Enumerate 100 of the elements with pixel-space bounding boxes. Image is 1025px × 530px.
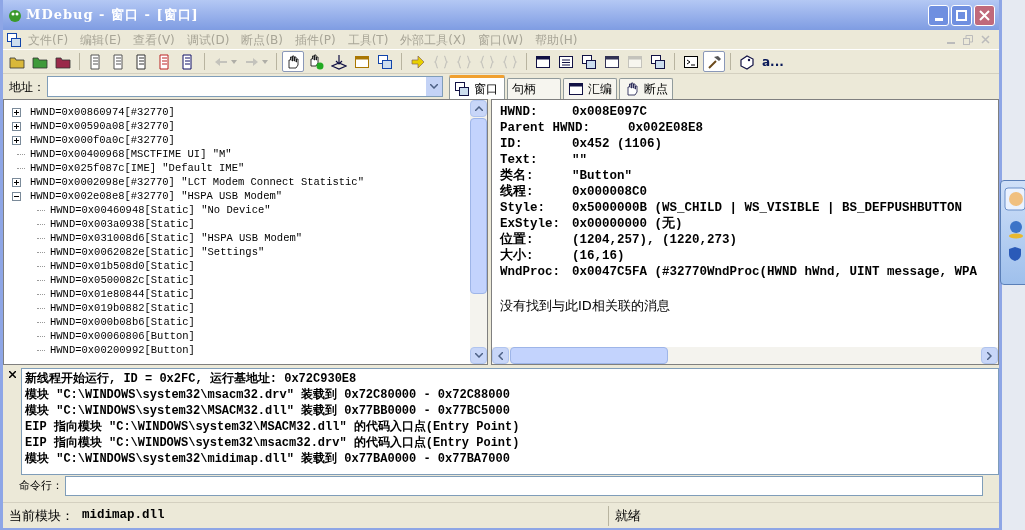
detail-label: ExStyle: — [500, 215, 561, 232]
detail-value: "Button" — [572, 167, 632, 185]
output-line: 模块 "C:\WINDOWS\system32\MSACM32.dll" 装载到 0x77BB0000 - 0x77BC5000 — [25, 403, 511, 419]
detail-value: (16,16) — [572, 247, 625, 265]
caret-icon — [262, 59, 268, 64]
tree-item[interactable]: HWND=0x019b0882[Static] — [50, 301, 195, 315]
detail-label: Style: — [500, 199, 546, 217]
plus-icon — [14, 109, 19, 115]
tree-item[interactable]: HWND=0x002e08e8[#32770] "HSPA USB Modem" — [30, 189, 283, 203]
detail-value: 0x0047C5FA (#32770WndProc(HWND hWnd, UINT message, WPA — [572, 263, 978, 281]
minimize-icon — [934, 17, 943, 21]
tree-item[interactable]: HWND=0x00460948[Static] "No Device" — [50, 203, 271, 217]
braces-icon — [433, 53, 449, 70]
braces-icon — [456, 53, 472, 70]
detail-label: 类名: — [500, 167, 535, 184]
download-icon — [331, 53, 347, 70]
toolbar-label[interactable]: a... — [762, 52, 784, 71]
status-label: 当前模块： — [9, 506, 74, 525]
tab[interactable]: 汇编 — [563, 78, 617, 99]
detail-label: 位置: — [500, 231, 535, 248]
detail-label: Parent HWND: — [500, 119, 591, 137]
caret-icon — [231, 59, 237, 64]
message-text: 没有找到与此ID相关联的消息 — [500, 297, 671, 315]
tree-item[interactable]: HWND=0x00200992[Button] — [50, 343, 195, 357]
tree-item[interactable]: HWND=0x000b08b6[Static] — [50, 315, 195, 329]
tab[interactable]: 句柄 — [507, 78, 561, 99]
close-icon[interactable] — [8, 371, 16, 378]
list-icon — [558, 53, 574, 70]
detail-value: "" — [572, 151, 587, 169]
windows-icon — [377, 53, 393, 70]
windows-icon — [6, 31, 22, 48]
tree-item[interactable]: HWND=0x0002098e[#32770] "LCT Modem Connect Statistic" — [30, 175, 364, 189]
toolbar-button[interactable] — [282, 51, 304, 72]
detail-label: ID: — [500, 135, 524, 153]
detail-label: 线程: — [500, 183, 535, 201]
detail-value: 0x008E097C — [572, 103, 647, 121]
expand-toggle[interactable] — [12, 135, 21, 145]
expand-toggle[interactable] — [12, 177, 21, 187]
shield-icon[interactable] — [1009, 247, 1021, 261]
minimize-button[interactable] — [928, 4, 949, 26]
braces-icon — [479, 53, 495, 70]
command-field[interactable] — [65, 476, 983, 496]
restore-icon — [963, 34, 973, 45]
detail-label: WndProc: — [500, 263, 561, 281]
hand-plus-icon — [308, 53, 324, 70]
plus-icon — [14, 137, 19, 143]
hammer-icon — [706, 53, 722, 70]
minimize-icon — [947, 41, 955, 44]
toolbar-button[interactable] — [703, 51, 725, 72]
collapse-toggle[interactable] — [12, 191, 21, 201]
tree-item[interactable]: HWND=0x01e80844[Static] — [50, 287, 195, 301]
maximize-button[interactable] — [951, 4, 972, 26]
tree-item[interactable]: HWND=0x0500082c[Static] — [50, 273, 195, 287]
tab[interactable]: 窗口 — [449, 75, 505, 99]
tree-item[interactable]: HWND=0x031008d6[Static] "HSPA USB Modem" — [50, 231, 303, 245]
detail-value: 0x000008C0 — [572, 183, 647, 201]
tree-item[interactable]: HWND=0x000f0a0c[#32770] — [30, 133, 175, 147]
tree-item[interactable]: HWND=0x00060806[Button] — [50, 329, 195, 343]
detail-value: 0x5000000B (WS_CHILD | WS_VISIBLE | BS_DEFPUSHBUTTON — [572, 199, 963, 216]
scroll-down-button[interactable] — [470, 347, 487, 364]
detail-label: Text: — [500, 151, 539, 168]
scroll-up-button[interactable] — [470, 100, 487, 117]
tree-item[interactable]: HWND=0x00860974[#32770] — [30, 105, 175, 119]
window-title: MDebug - 窗口 - [窗口] — [26, 6, 199, 25]
tree-item[interactable]: HWND=0x01b508d0[Static] — [50, 259, 195, 273]
output-line: 模块 "C:\WINDOWS\system32\msacm32.drv" 装载到 0x72C80000 - 0x72C88000 — [25, 387, 511, 403]
detail-value: 0x452 (1106) — [572, 135, 662, 153]
scroll-thumb[interactable] — [470, 118, 487, 294]
tree-item[interactable]: HWND=0x025f087c[IME] "Default IME" — [30, 161, 245, 175]
window-icon — [604, 53, 620, 70]
expand-toggle[interactable] — [12, 121, 21, 131]
scroll-right-button[interactable] — [981, 347, 998, 364]
scroll-left-button[interactable] — [492, 347, 509, 364]
webcam-icon[interactable] — [1006, 219, 1024, 239]
tree-item[interactable]: HWND=0x0062082e[Static] "Settings" — [50, 245, 265, 259]
scroll-thumb[interactable] — [510, 347, 668, 364]
window-icon — [354, 53, 370, 70]
detail-label: HWND: — [500, 103, 539, 121]
maximize-icon — [956, 9, 967, 21]
output-line: 模块 "C:\WINDOWS\system32\midimap.dll" 装载到 0x77BA0000 - 0x77BA7000 — [25, 451, 511, 467]
tree-item[interactable]: HWND=0x00400968[MSCTFIME UI] "M" — [30, 147, 232, 161]
window-icon — [535, 53, 551, 70]
detail-value: 0x002E08E8 — [628, 119, 703, 137]
minus-icon — [14, 193, 19, 199]
tree-item[interactable]: HWND=0x00590a08[#32770] — [30, 119, 175, 133]
arrow-icon — [410, 53, 426, 70]
close-icon — [979, 9, 990, 21]
tab[interactable]: 断点 — [619, 78, 673, 99]
hand-icon — [624, 81, 640, 97]
close-icon — [981, 35, 990, 44]
braces-icon — [502, 53, 518, 70]
detail-value: (1204,257), (1220,273) — [572, 231, 738, 249]
command-label: 命令行： — [19, 477, 63, 494]
plus-icon — [14, 179, 19, 185]
tree-item[interactable]: HWND=0x003a0938[Static] — [50, 217, 195, 231]
windows-icon — [650, 53, 666, 70]
close-button[interactable] — [974, 4, 995, 26]
address-label: 地址： — [9, 78, 45, 96]
expand-toggle[interactable] — [12, 107, 21, 117]
bug-icon — [7, 7, 23, 23]
